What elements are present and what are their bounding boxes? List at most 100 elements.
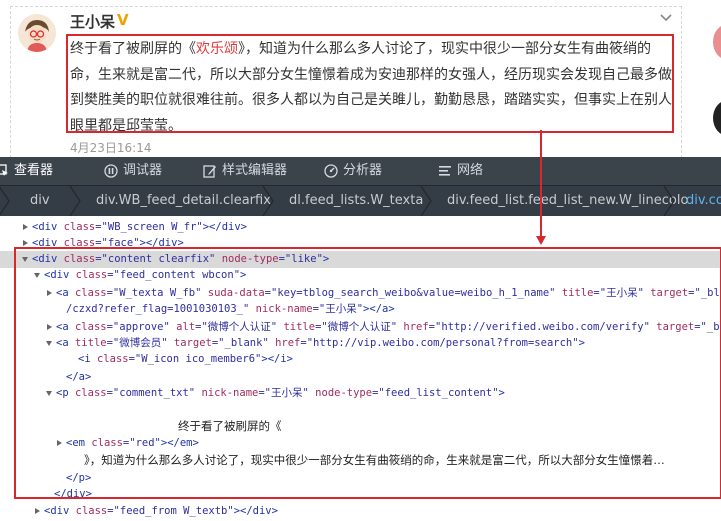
tab-debugger[interactable]: 调试器	[104, 157, 162, 185]
tab-label: 查看器	[14, 163, 54, 178]
dom-node-selected[interactable]: <div class="content clearfix" node-type=…	[0, 251, 721, 268]
collapse-arrow-icon[interactable]	[55, 439, 63, 447]
dom-attr-continuation: /czxd?refer_flag=1001030103_"	[66, 303, 250, 315]
dom-attr-name: class	[63, 253, 96, 265]
inspector-icon	[0, 164, 8, 176]
dom-node[interactable]: <a class="approve" alt="微博个人认证" title="微…	[0, 319, 721, 336]
dom-tag-close: >	[578, 337, 585, 349]
post-content: 终于看了被刷屏的《欢乐颂》，知道为什么那么多人讨论了，现实中很少一部分女生有曲筱…	[70, 37, 672, 139]
breadcrumb-separator-icon	[0, 186, 10, 216]
dom-attr-name: node-type	[221, 253, 279, 265]
verified-badge-icon[interactable]: V	[117, 11, 129, 29]
dom-tag-name: em	[72, 437, 85, 449]
breadcrumb-item[interactable]: div.feed_list.feed_list_new.W_linecolo	[447, 186, 688, 216]
breadcrumb-item[interactable]: div	[30, 186, 50, 216]
dom-node[interactable]: 》，知道为什么那么多人讨论了，现实中很少一部分女生有曲筱绡的命，生来就是富二代，…	[0, 452, 721, 469]
profiler-icon	[324, 163, 338, 178]
dom-tree: <div class="WB_screen W_fr"></div> <div c…	[0, 216, 721, 521]
collapse-arrow-icon[interactable]	[21, 223, 29, 231]
tab-network[interactable]: 网络	[438, 157, 483, 185]
breadcrumb-item[interactable]: div.WB_feed_detail.clearfix	[96, 186, 271, 216]
dom-attr-name: class	[74, 287, 107, 299]
avatar[interactable]	[18, 14, 56, 52]
tab-style-editor[interactable]: 样式编辑器	[203, 157, 287, 185]
dom-attr-name: nick-name	[255, 303, 313, 315]
collapse-arrow-icon[interactable]	[45, 323, 53, 331]
breadcrumb-separator-icon	[262, 186, 274, 216]
dom-tag-close: ></div>	[233, 505, 278, 517]
collapse-arrow-icon[interactable]	[33, 507, 41, 515]
dom-attr-value: feed_content wbcon	[119, 269, 234, 281]
dom-attr-value: face	[107, 237, 134, 249]
tab-profiler[interactable]: 分析器	[324, 157, 382, 185]
side-avatar[interactable]	[713, 24, 721, 60]
breadcrumb: div div.WB_feed_detail.clearfix dl.feed_…	[0, 186, 721, 216]
dom-node[interactable]: <div class="feed_content wbcon">	[0, 267, 721, 284]
dom-attr-value: approve	[119, 321, 164, 333]
breadcrumb-item[interactable]: dl.feed_lists.W_texta	[289, 186, 423, 216]
dom-node[interactable]: </div>	[0, 486, 721, 503]
dom-attr-value: _bl	[706, 321, 721, 333]
dom-attr-name: class	[91, 437, 123, 449]
dom-text-node: 终于看了被刷屏的《	[178, 419, 282, 433]
breadcrumb-item-current[interactable]: div.co	[686, 186, 721, 216]
chevron-down-icon[interactable]	[659, 12, 673, 24]
expand-arrow-icon[interactable]	[45, 339, 53, 347]
debugger-icon	[104, 163, 118, 178]
dom-attr-value: 微博个人认证	[327, 321, 391, 333]
dom-tag-name: p	[62, 387, 69, 399]
expand-arrow-icon[interactable]	[45, 389, 53, 397]
dom-attr-value: key=tblog_search_weibo&value=weibo_h_1_n…	[277, 287, 550, 299]
dom-tag-close: ></a>	[363, 303, 395, 315]
dom-attr-value: 王小呆	[606, 287, 638, 299]
dom-node[interactable]: <em class="red"></em>	[0, 435, 721, 452]
dom-tag-close: ></div>	[139, 237, 184, 249]
dom-node[interactable]: <i class="W_icon ico_member6"></i>	[0, 351, 721, 368]
dom-attr-value: feed_from W_textb	[119, 505, 228, 517]
dom-node[interactable]: </a>	[0, 369, 721, 386]
expand-arrow-icon[interactable]	[33, 271, 41, 279]
devtools-toolbar: 查看器 调试器 样式编辑器 分析器 网络	[0, 157, 721, 186]
username[interactable]: 王小呆	[70, 11, 115, 32]
dom-tag-close: >	[240, 269, 247, 281]
dom-closing-tag: </div>	[54, 488, 92, 500]
dom-node[interactable]: <a title="微博会员" target="_blank" href="ht…	[0, 335, 721, 352]
dom-node[interactable]: 终于看了被刷屏的《	[0, 418, 721, 435]
dom-attr-name: node-type	[315, 387, 373, 399]
dom-tag-close: >	[498, 387, 505, 399]
dom-node[interactable]: </p>	[0, 470, 721, 487]
collapse-arrow-icon[interactable]	[45, 289, 53, 297]
post-link-highlight[interactable]: 欢乐颂	[196, 41, 238, 57]
weibo-feed-panel: 王小呆 V 终于看了被刷屏的《欢乐颂》，知道为什么那么多人讨论了，现实中很少一部…	[0, 0, 721, 158]
dom-node[interactable]: <div class="WB_screen W_fr"></div>	[0, 219, 721, 236]
dom-node[interactable]: <div class="feed_from W_textb"></div>	[0, 503, 721, 520]
dom-attr-name: title	[561, 287, 594, 299]
tab-inspector[interactable]: 查看器	[0, 157, 53, 185]
dom-node[interactable]: <p class="comment_txt" nick-name="王小呆" n…	[0, 385, 721, 402]
dom-attr-name: target	[656, 321, 695, 333]
dom-node[interactable]: /czxd?refer_flag=1001030103_" nick-name=…	[0, 301, 721, 318]
dom-node[interactable]: <div class="face"></div>	[0, 235, 721, 252]
breadcrumb-separator-icon	[420, 186, 432, 216]
dom-attr-value: http://verified.weibo.com/verify	[441, 321, 644, 333]
dom-attr-name: class	[75, 269, 108, 281]
dom-attr-value: WB_screen W_fr	[107, 221, 197, 233]
dom-attr-name: title	[283, 321, 316, 333]
dom-closing-tag: </p>	[66, 472, 92, 484]
dom-attr-value: 王小呆	[271, 387, 303, 399]
collapse-arrow-icon[interactable]	[21, 239, 29, 247]
dom-tag-name: div	[38, 237, 58, 249]
dom-attr-name: target	[650, 287, 689, 299]
dom-attr-name: suda-data	[207, 287, 265, 299]
dom-attr-value: red	[135, 437, 155, 449]
side-avatar[interactable]	[713, 100, 721, 136]
dom-tag-name: div	[38, 253, 58, 265]
dom-tag-name: a	[62, 321, 69, 333]
dom-text-node: 》，知道为什么那么多人讨论了，现实中很少一部分女生有曲筱绡的命，生来就是富二代，…	[84, 453, 665, 467]
dom-attr-name: class	[74, 387, 107, 399]
breadcrumb-separator-icon	[663, 186, 675, 216]
dom-node[interactable]: <a class="W_texta W_fb" suda-data="key=t…	[0, 285, 721, 302]
expand-arrow-icon[interactable]	[21, 255, 29, 263]
post-date[interactable]: 4月23日16:14	[70, 139, 152, 156]
dom-attr-name: class	[96, 353, 129, 365]
